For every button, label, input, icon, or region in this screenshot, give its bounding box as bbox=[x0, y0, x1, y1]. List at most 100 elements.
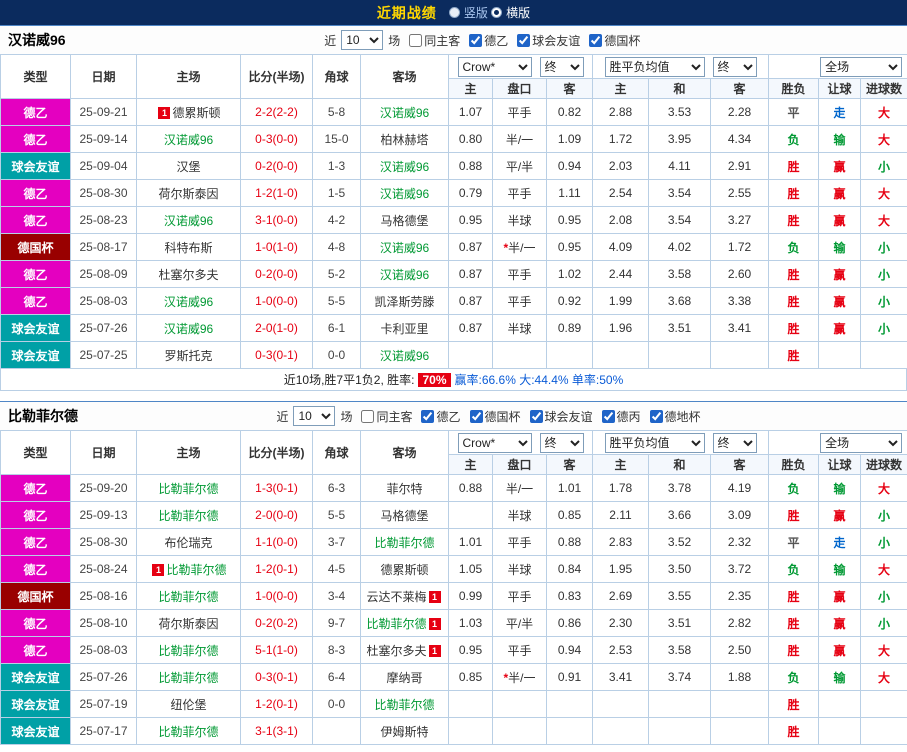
home-team[interactable]: 荷尔斯泰因 bbox=[136, 609, 241, 637]
home-team[interactable]: 布伦瑞克 bbox=[136, 528, 241, 556]
competition-filter[interactable]: 球会友谊 bbox=[526, 408, 593, 425]
away-team[interactable]: 伊姆斯特 bbox=[360, 717, 449, 745]
home-team[interactable]: 比勒菲尔德 bbox=[136, 636, 241, 664]
home-team[interactable]: 比勒菲尔德 bbox=[136, 501, 241, 529]
same-venue-checkbox[interactable] bbox=[409, 33, 423, 47]
competition-checkbox[interactable] bbox=[589, 33, 603, 47]
match-scope-select[interactable]: 全场 bbox=[820, 432, 903, 453]
competition-filter[interactable]: 德国杯 bbox=[466, 408, 521, 425]
home-team[interactable]: 比勒菲尔德 bbox=[136, 582, 241, 610]
competition-filter[interactable]: 德国杯 bbox=[585, 32, 640, 49]
odds-company-select[interactable]: Crow* bbox=[457, 56, 532, 77]
match-score[interactable]: 1-0(0-0) bbox=[240, 287, 313, 315]
same-venue-checkbox[interactable] bbox=[361, 409, 375, 423]
competition-checkbox[interactable] bbox=[469, 409, 483, 423]
competition-filter[interactable]: 德地杯 bbox=[646, 408, 701, 425]
match-score[interactable]: 1-2(0-1) bbox=[240, 690, 313, 718]
match-score[interactable]: 1-0(0-0) bbox=[240, 582, 313, 610]
match-score[interactable]: 1-0(1-0) bbox=[240, 233, 313, 261]
competition-filter[interactable]: 球会友谊 bbox=[513, 32, 580, 49]
competition-checkbox[interactable] bbox=[601, 409, 615, 423]
home-team[interactable]: 汉诺威96 bbox=[136, 125, 241, 153]
match-score[interactable]: 2-0(1-0) bbox=[240, 314, 313, 342]
away-team[interactable]: 汉诺威96 bbox=[360, 98, 449, 126]
away-team[interactable]: 马格德堡 bbox=[360, 501, 449, 529]
ah-line: *半/一 bbox=[492, 233, 547, 261]
away-team[interactable]: 汉诺威96 bbox=[360, 179, 449, 207]
home-team[interactable]: 罗斯托克 bbox=[136, 341, 241, 369]
home-team[interactable]: 科特布斯 bbox=[136, 233, 241, 261]
match-score[interactable]: 0-2(0-0) bbox=[240, 260, 313, 288]
same-venue-filter[interactable]: 同主客 bbox=[405, 32, 460, 49]
match-score[interactable]: 3-1(3-1) bbox=[240, 717, 313, 745]
odds-company-select[interactable]: Crow* bbox=[457, 432, 532, 453]
same-venue-filter[interactable]: 同主客 bbox=[357, 408, 412, 425]
home-team[interactable]: 比勒菲尔德 bbox=[136, 663, 241, 691]
competition-checkbox[interactable] bbox=[529, 409, 543, 423]
away-team[interactable]: 杜塞尔多夫 1 bbox=[360, 636, 449, 664]
match-score[interactable]: 1-3(0-1) bbox=[240, 474, 313, 502]
home-team[interactable]: 荷尔斯泰因 bbox=[136, 179, 241, 207]
home-team[interactable]: 比勒菲尔德 bbox=[136, 474, 241, 502]
away-team[interactable]: 德累斯顿 bbox=[360, 555, 449, 583]
home-team[interactable]: 1 比勒菲尔德 bbox=[136, 555, 241, 583]
euro-stage-select[interactable]: 终 bbox=[712, 432, 757, 453]
competition-checkbox[interactable] bbox=[469, 33, 483, 47]
ah-stage-select[interactable]: 终 bbox=[539, 432, 584, 453]
home-team[interactable]: 杜塞尔多夫 bbox=[136, 260, 241, 288]
home-team[interactable]: 汉诺威96 bbox=[136, 287, 241, 315]
away-team[interactable]: 比勒菲尔德 bbox=[360, 528, 449, 556]
recent-count-select[interactable]: 10 bbox=[293, 406, 336, 426]
ah-home-odds bbox=[448, 501, 493, 529]
home-team[interactable]: 纽伦堡 bbox=[136, 690, 241, 718]
home-team[interactable]: 比勒菲尔德 bbox=[136, 717, 241, 745]
competition-checkbox[interactable] bbox=[649, 409, 663, 423]
away-team[interactable]: 汉诺威96 bbox=[360, 260, 449, 288]
away-team[interactable]: 卡利亚里 bbox=[360, 314, 449, 342]
competition-filter[interactable]: 德丙 bbox=[598, 408, 641, 425]
away-team[interactable]: 马格德堡 bbox=[360, 206, 449, 234]
match-score[interactable]: 0-2(0-2) bbox=[240, 609, 313, 637]
away-team[interactable]: 汉诺威96 bbox=[360, 341, 449, 369]
away-team[interactable]: 云达不莱梅 1 bbox=[360, 582, 449, 610]
table-row: 球会友谊 25-09-04 汉堡 0-2(0-0) 1-3 汉诺威96 0.88 平/半 0.9… bbox=[0, 152, 907, 180]
competition-checkbox[interactable] bbox=[421, 409, 435, 423]
euro-average-select[interactable]: 胜平负均值 bbox=[604, 56, 705, 77]
away-team[interactable]: 汉诺威96 bbox=[360, 152, 449, 180]
match-score[interactable]: 2-2(2-2) bbox=[240, 98, 313, 126]
match-score[interactable]: 1-1(0-0) bbox=[240, 528, 313, 556]
match-score[interactable]: 0-3(0-0) bbox=[240, 125, 313, 153]
recent-count-select[interactable]: 10 bbox=[341, 30, 384, 50]
competition-checkbox[interactable] bbox=[517, 33, 531, 47]
away-team[interactable]: 汉诺威96 bbox=[360, 233, 449, 261]
match-scope-select[interactable]: 全场 bbox=[820, 56, 903, 77]
red-card-badge: 1 bbox=[428, 645, 441, 658]
ah-stage-select[interactable]: 终 bbox=[539, 56, 584, 77]
match-score[interactable]: 1-2(1-0) bbox=[240, 179, 313, 207]
match-score[interactable]: 2-0(0-0) bbox=[240, 501, 313, 529]
eu-away-odds: 2.60 bbox=[709, 260, 770, 288]
away-team[interactable]: 摩纳哥 bbox=[360, 663, 449, 691]
away-team[interactable]: 比勒菲尔德 1 bbox=[360, 609, 449, 637]
home-team[interactable]: 汉堡 bbox=[136, 152, 241, 180]
layout-option-horizontal[interactable]: 横版 bbox=[491, 4, 530, 21]
home-team[interactable]: 汉诺威96 bbox=[136, 314, 241, 342]
match-score[interactable]: 1-2(0-1) bbox=[240, 555, 313, 583]
away-team[interactable]: 凯泽斯劳滕 bbox=[360, 287, 449, 315]
euro-stage-select[interactable]: 终 bbox=[712, 56, 757, 77]
match-score[interactable]: 5-1(1-0) bbox=[240, 636, 313, 664]
match-score[interactable]: 3-1(0-0) bbox=[240, 206, 313, 234]
euro-average-select[interactable]: 胜平负均值 bbox=[604, 432, 705, 453]
match-score[interactable]: 0-2(0-0) bbox=[240, 152, 313, 180]
layout-option-vertical[interactable]: 竖版 bbox=[448, 4, 488, 21]
match-score[interactable]: 0-3(0-1) bbox=[240, 341, 313, 369]
home-team[interactable]: 1 德累斯顿 bbox=[136, 98, 241, 126]
competition-filter[interactable]: 德乙 bbox=[465, 32, 508, 49]
ah-line-header: 盘口 bbox=[492, 78, 547, 99]
home-team[interactable]: 汉诺威96 bbox=[136, 206, 241, 234]
away-team[interactable]: 菲尔特 bbox=[360, 474, 449, 502]
away-team[interactable]: 柏林赫塔 bbox=[360, 125, 449, 153]
match-score[interactable]: 0-3(0-1) bbox=[240, 663, 313, 691]
competition-filter[interactable]: 德乙 bbox=[417, 408, 461, 425]
away-team[interactable]: 比勒菲尔德 bbox=[360, 690, 449, 718]
